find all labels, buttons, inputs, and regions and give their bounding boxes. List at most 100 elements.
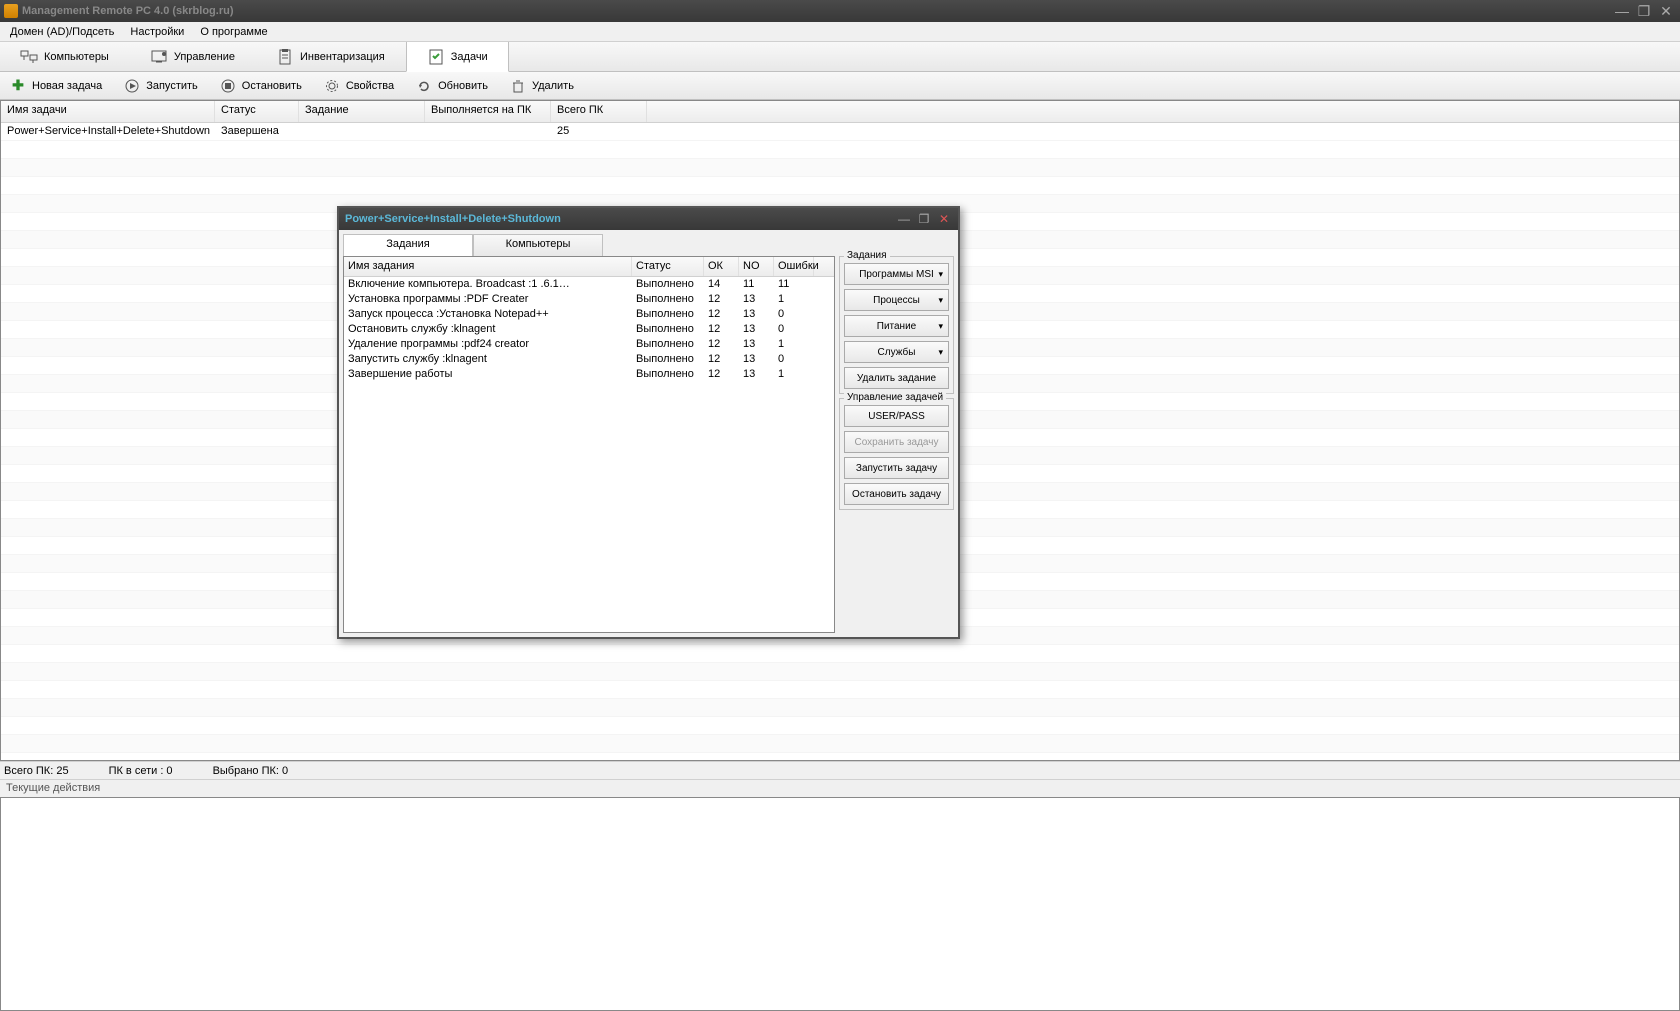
dialog-row[interactable]: Удаление программы :pdf24 creatorВыполне…	[344, 337, 834, 352]
col-task-name[interactable]: Имя задачи	[1, 101, 215, 122]
dialog-maximize-icon[interactable]: ❐	[916, 212, 932, 226]
dialog-row[interactable]: Установка программы :PDF CreaterВыполнен…	[344, 292, 834, 307]
dialog-row[interactable]: Включение компьютера. Broadcast :1 .6.1……	[344, 277, 834, 292]
tasks-icon	[427, 48, 445, 66]
tab-inventory[interactable]: Инвентаризация	[256, 42, 406, 71]
status-selected-pc: Выбрано ПК: 0	[213, 765, 289, 777]
btn-save-task[interactable]: Сохранить задачу	[844, 431, 949, 453]
dcell-ok: 14	[704, 277, 739, 292]
status-online-pc: ПК в сети : 0	[109, 765, 173, 777]
side-group-tasks-label: Задания	[844, 250, 890, 261]
tab-label: Компьютеры	[44, 51, 109, 63]
col-status[interactable]: Статус	[215, 101, 299, 122]
tab-label: Инвентаризация	[300, 51, 385, 63]
btn-processes[interactable]: Процессы	[844, 289, 949, 311]
dcol-no[interactable]: NO	[739, 257, 774, 276]
dcol-ok[interactable]: ОК	[704, 257, 739, 276]
run-button[interactable]: Запустить	[120, 76, 202, 96]
cell-status: Завершена	[215, 123, 299, 140]
dcell-no: 13	[739, 307, 774, 322]
tab-tasks[interactable]: Задачи	[406, 42, 509, 72]
app-title: Management Remote PC 4.0 (skrblog.ru)	[22, 5, 234, 17]
dcell-no: 11	[739, 277, 774, 292]
dcol-status[interactable]: Статус	[632, 257, 704, 276]
dcell-status: Выполнено	[632, 307, 704, 322]
refresh-button[interactable]: Обновить	[412, 76, 492, 96]
table-row-empty	[1, 177, 1679, 195]
btn-services[interactable]: Службы	[844, 341, 949, 363]
dcell-no: 13	[739, 322, 774, 337]
play-icon	[124, 78, 140, 94]
btn-user-pass[interactable]: USER/PASS	[844, 405, 949, 427]
menu-settings[interactable]: Настройки	[124, 24, 190, 40]
dcol-name[interactable]: Имя задания	[344, 257, 632, 276]
col-total-pc[interactable]: Всего ПК	[551, 101, 647, 122]
dcell-status: Выполнено	[632, 337, 704, 352]
dialog-tab-tasks[interactable]: Задания	[343, 234, 473, 256]
minimize-icon[interactable]: —	[1612, 3, 1632, 20]
dialog-row[interactable]: Остановить службу :klnagentВыполнено1213…	[344, 322, 834, 337]
col-running-on[interactable]: Выполняется на ПК	[425, 101, 551, 122]
dcell-ok: 12	[704, 337, 739, 352]
dialog-title: Power+Service+Install+Delete+Shutdown	[345, 213, 561, 225]
control-icon	[150, 48, 168, 66]
btn-stop-task[interactable]: Остановить задачу	[844, 483, 949, 505]
dialog-row[interactable]: Завершение работыВыполнено12131	[344, 367, 834, 382]
close-icon[interactable]: ✕	[1656, 3, 1676, 20]
dcell-name: Удаление программы :pdf24 creator	[344, 337, 632, 352]
dialog-titlebar[interactable]: Power+Service+Install+Delete+Shutdown — …	[339, 208, 958, 230]
dcell-no: 13	[739, 337, 774, 352]
dialog-minimize-icon[interactable]: —	[896, 212, 912, 226]
dcell-err: 1	[774, 337, 814, 352]
cell-running	[425, 123, 551, 140]
stop-icon	[220, 78, 236, 94]
dialog-row[interactable]: Запуск процесса :Установка Notepad++Выпо…	[344, 307, 834, 322]
dcell-name: Включение компьютера. Broadcast :1 .6.1…	[344, 277, 632, 292]
computers-icon	[20, 48, 38, 66]
menu-domain[interactable]: Домен (AD)/Подсеть	[4, 24, 120, 40]
log-area[interactable]	[0, 797, 1680, 1011]
menu-about[interactable]: О программе	[194, 24, 273, 40]
current-actions-label: Текущие действия	[0, 779, 1680, 797]
table-header: Имя задачи Статус Задание Выполняется на…	[1, 101, 1679, 123]
table-row-empty	[1, 681, 1679, 699]
tab-computers[interactable]: Компьютеры	[0, 42, 130, 71]
dcell-ok: 12	[704, 367, 739, 382]
table-row[interactable]: Power+Service+Install+Delete+ShutdownЗав…	[1, 123, 1679, 141]
dialog-tab-computers[interactable]: Компьютеры	[473, 234, 603, 256]
main-tabs: Компьютеры Управление Инвентаризация Зад…	[0, 42, 1680, 72]
tb-label: Новая задача	[32, 80, 102, 92]
trash-icon	[510, 78, 526, 94]
toolbar: ✚ Новая задача Запустить Остановить Свой…	[0, 72, 1680, 100]
properties-button[interactable]: Свойства	[320, 76, 398, 96]
cell-task	[299, 123, 425, 140]
refresh-icon	[416, 78, 432, 94]
dcol-err[interactable]: Ошибки	[774, 257, 814, 276]
btn-power[interactable]: Питание	[844, 315, 949, 337]
dialog-close-icon[interactable]: ✕	[936, 212, 952, 226]
dcell-ok: 12	[704, 307, 739, 322]
cell-name: Power+Service+Install+Delete+Shutdown	[1, 123, 215, 140]
new-task-button[interactable]: ✚ Новая задача	[6, 76, 106, 96]
dcell-status: Выполнено	[632, 292, 704, 307]
delete-button[interactable]: Удалить	[506, 76, 578, 96]
tab-label: Задачи	[451, 51, 488, 63]
dcell-status: Выполнено	[632, 277, 704, 292]
dcell-err: 1	[774, 292, 814, 307]
stop-button[interactable]: Остановить	[216, 76, 306, 96]
dialog-row[interactable]: Запустить службу :klnagentВыполнено12130	[344, 352, 834, 367]
dialog-tbody[interactable]: Включение компьютера. Broadcast :1 .6.1……	[344, 277, 834, 632]
dcell-ok: 12	[704, 322, 739, 337]
tab-label: Управление	[174, 51, 235, 63]
dcell-name: Запуск процесса :Установка Notepad++	[344, 307, 632, 322]
side-group-manage-label: Управление задачей	[844, 392, 946, 403]
btn-run-task[interactable]: Запустить задачу	[844, 457, 949, 479]
tab-control[interactable]: Управление	[130, 42, 256, 71]
gear-icon	[324, 78, 340, 94]
col-task[interactable]: Задание	[299, 101, 425, 122]
btn-programs-msi[interactable]: Программы MSI	[844, 263, 949, 285]
btn-delete-task[interactable]: Удалить задание	[844, 367, 949, 389]
maximize-icon[interactable]: ❐	[1634, 3, 1654, 20]
dcell-status: Выполнено	[632, 352, 704, 367]
tb-label: Удалить	[532, 80, 574, 92]
